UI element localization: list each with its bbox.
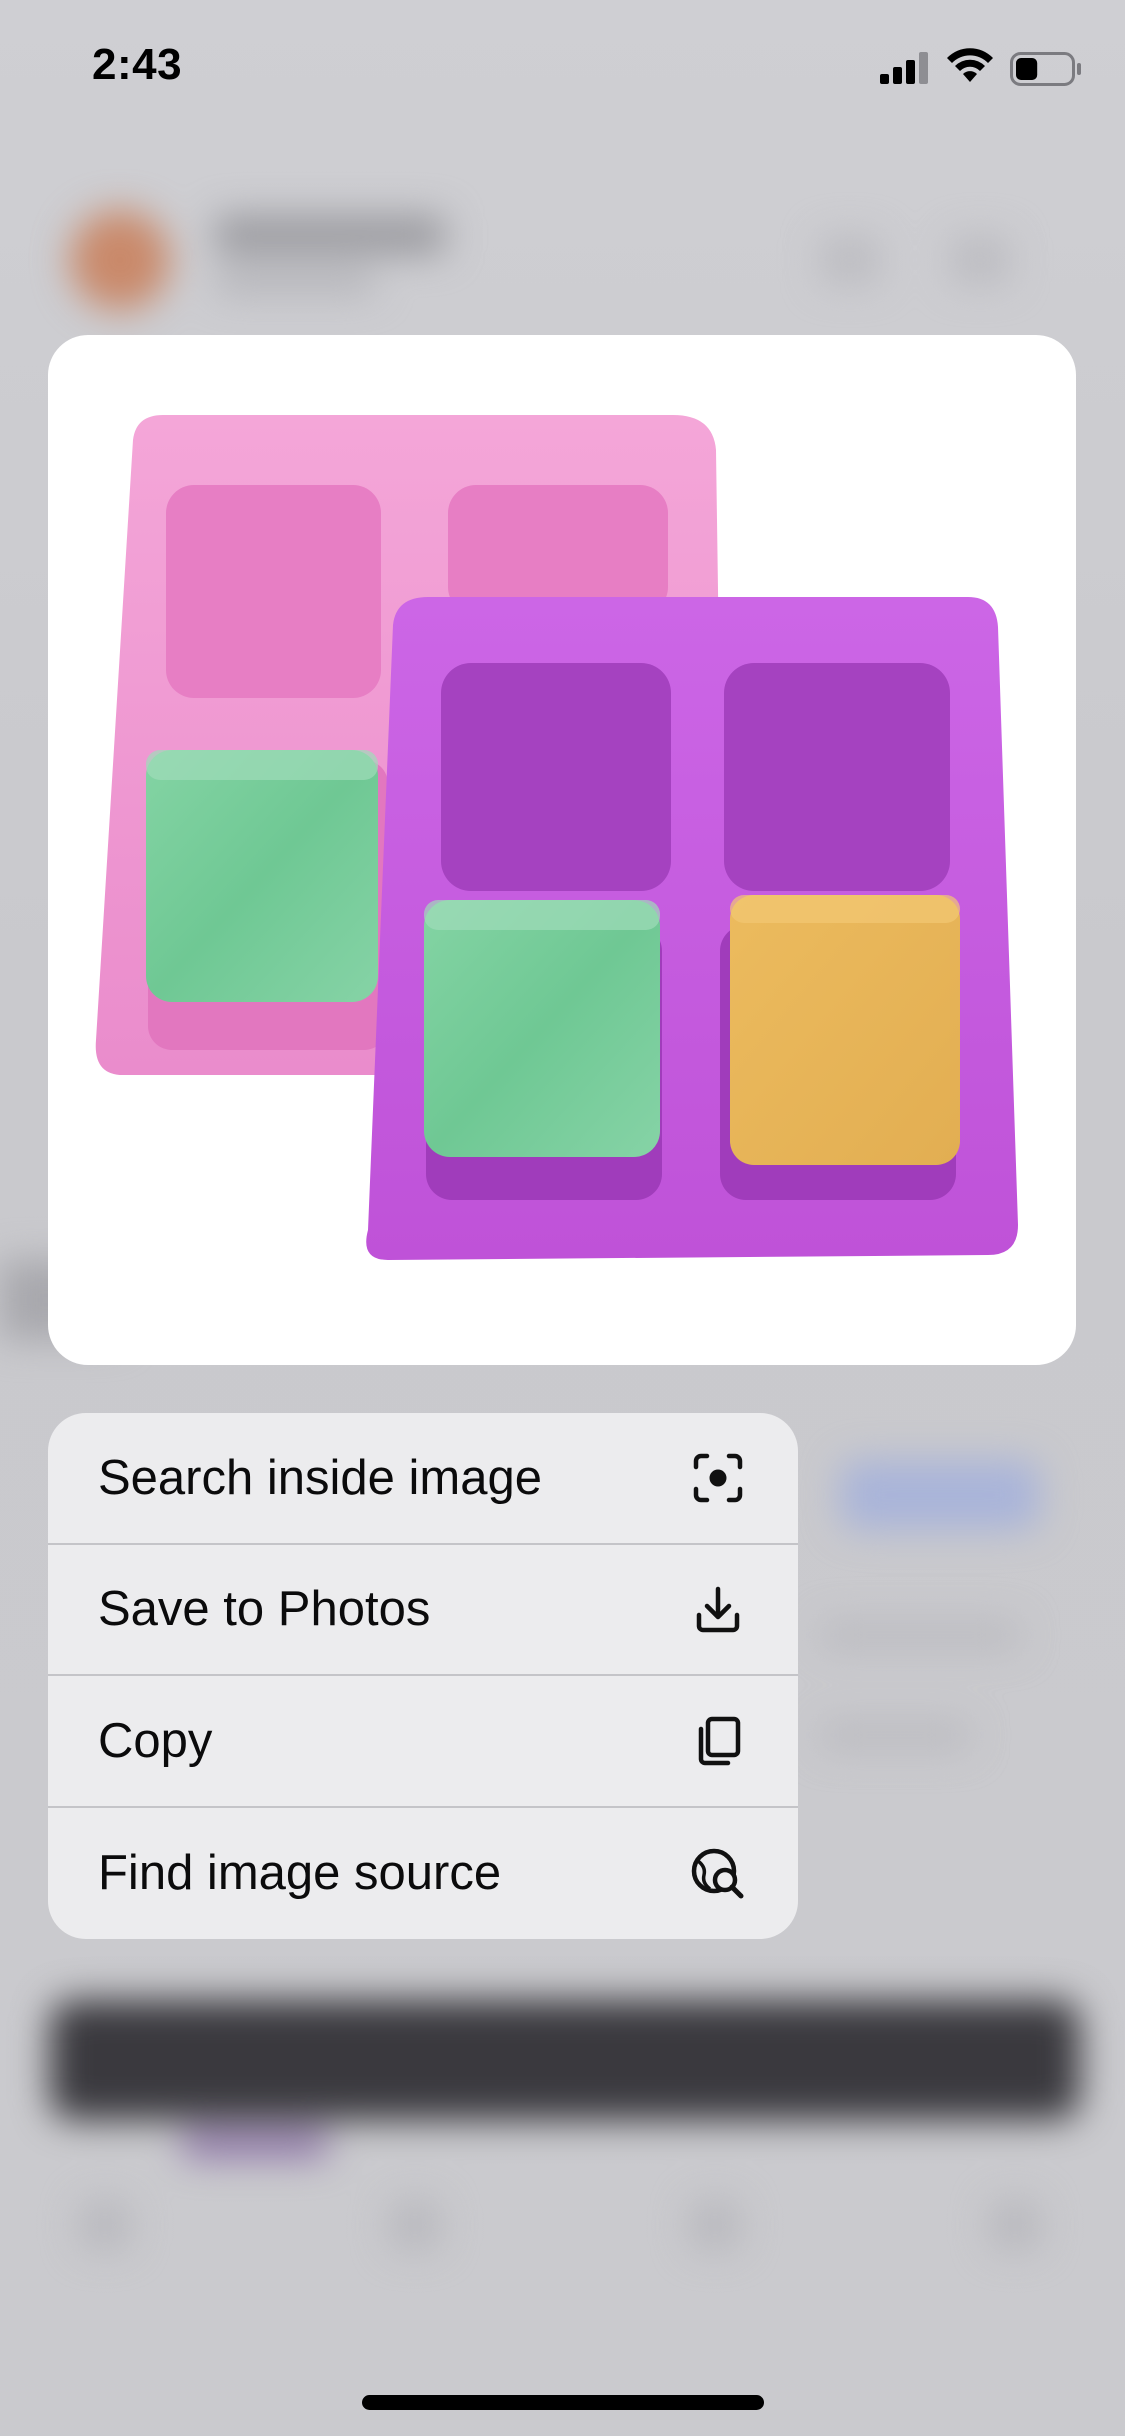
battery-icon xyxy=(1010,52,1081,86)
download-icon xyxy=(690,1581,746,1637)
wifi-icon xyxy=(947,48,993,82)
visual-search-icon xyxy=(690,1450,746,1506)
green-soap-left xyxy=(146,750,378,1002)
home-indicator[interactable] xyxy=(362,2395,764,2410)
menu-item-search-inside-image[interactable]: Search inside image xyxy=(48,1413,798,1545)
image-preview[interactable] xyxy=(48,335,1076,1365)
status-time: 2:43 xyxy=(92,40,183,89)
menu-item-label: Find image source xyxy=(98,1846,502,1901)
cellular-signal-icon xyxy=(880,52,928,84)
globe-search-icon xyxy=(690,1845,746,1901)
soap-mold-image xyxy=(95,415,1018,1260)
copy-icon xyxy=(690,1713,746,1769)
menu-item-copy[interactable]: Copy xyxy=(48,1676,798,1808)
menu-item-save-to-photos[interactable]: Save to Photos xyxy=(48,1545,798,1676)
green-soap-front xyxy=(424,900,660,1157)
menu-item-find-image-source[interactable]: Find image source xyxy=(48,1808,798,1940)
menu-item-label: Copy xyxy=(98,1713,213,1768)
yellow-soap xyxy=(730,895,960,1165)
menu-item-label: Save to Photos xyxy=(98,1582,431,1637)
menu-item-label: Search inside image xyxy=(98,1450,542,1505)
image-context-menu: Search inside image Save to Photos Copy xyxy=(48,1413,798,1939)
status-bar: 2:43 xyxy=(0,0,1125,140)
